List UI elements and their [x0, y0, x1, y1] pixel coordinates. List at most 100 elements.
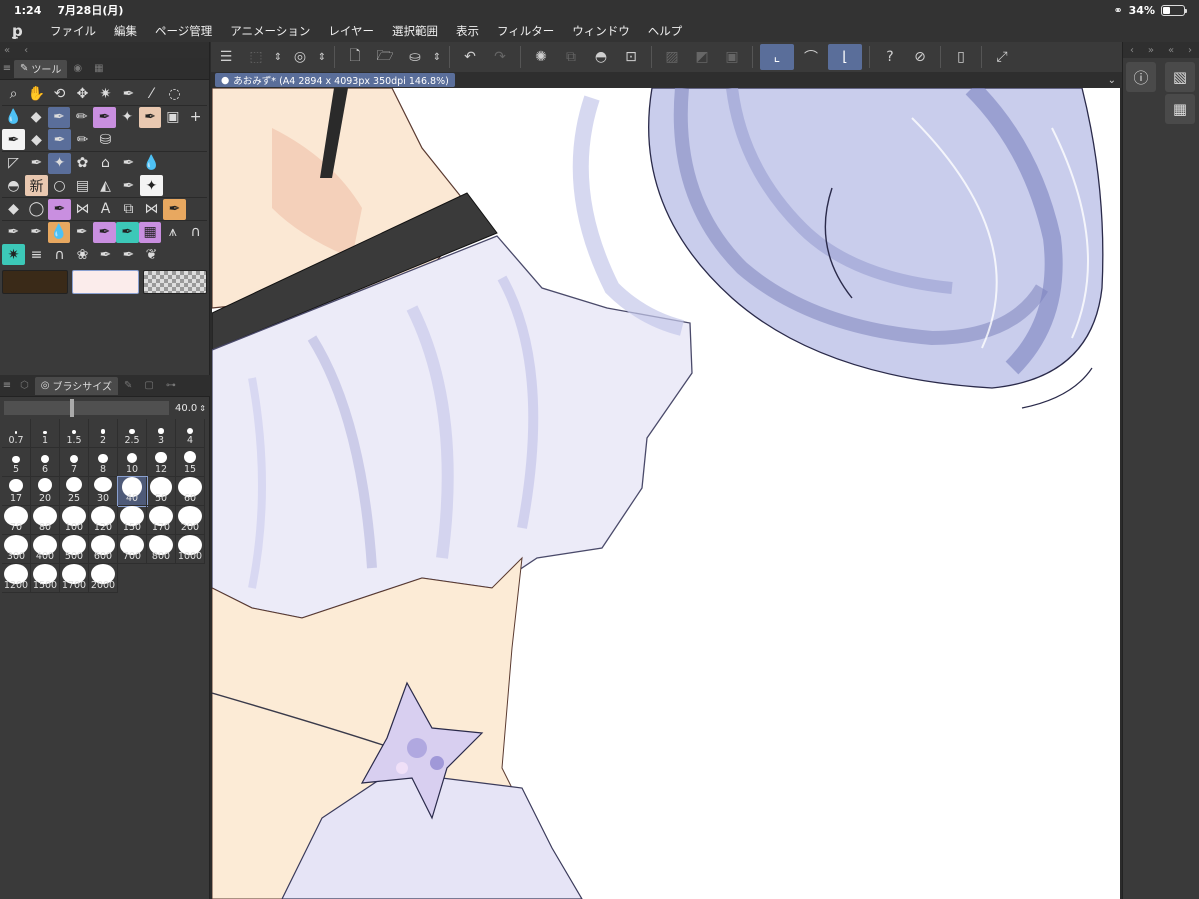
brush-size-slider[interactable]: 40.0 ⇕: [0, 397, 210, 419]
help-icon[interactable]: ?: [877, 44, 903, 70]
burst-icon[interactable]: ✷: [2, 244, 25, 265]
brush-size-option[interactable]: 1.5: [60, 419, 89, 448]
sparkle-blue-icon[interactable]: ✦: [48, 152, 71, 174]
pen-4-icon[interactable]: ✒: [117, 153, 140, 174]
water-drop-icon[interactable]: 💧: [2, 107, 25, 128]
brush-size-option[interactable]: 12: [147, 448, 176, 477]
eraser-2-icon[interactable]: ◆: [25, 129, 48, 150]
fountain-pen-icon[interactable]: ✒: [48, 129, 71, 150]
pen-3-icon[interactable]: ✒: [25, 153, 48, 174]
sparkle-white-icon[interactable]: ✦: [140, 175, 163, 196]
marker-orange-icon[interactable]: ✒: [163, 198, 186, 220]
house-icon[interactable]: ⌂: [94, 153, 117, 174]
sparkle-icon[interactable]: ✷: [94, 83, 117, 104]
brush-size-option[interactable]: 400: [31, 535, 60, 564]
main-color-swatch[interactable]: [2, 270, 68, 294]
undo-icon[interactable]: ↶: [457, 44, 483, 70]
loading-icon[interactable]: ✺: [528, 44, 554, 70]
stepper-icon[interactable]: ⇕: [199, 404, 206, 413]
pencil-icon[interactable]: ✏: [70, 107, 93, 128]
drawing-canvas[interactable]: [212, 88, 1120, 899]
line-tool-icon[interactable]: ⌊: [828, 44, 862, 70]
stepper-icon[interactable]: ⇕: [430, 44, 444, 70]
feather-icon[interactable]: ❦: [140, 244, 163, 265]
brush-size-option[interactable]: 20: [31, 477, 60, 506]
ribbon-icon[interactable]: ⋈: [71, 199, 94, 220]
brush-size-option[interactable]: 40: [117, 476, 148, 507]
tab-subtool[interactable]: ◉: [67, 60, 88, 78]
edit-layer-icon[interactable]: ⬚: [243, 44, 269, 70]
ruler-icon[interactable]: ◸: [2, 153, 25, 174]
menu-view[interactable]: 表示: [456, 23, 479, 39]
frame-icon[interactable]: ▤: [71, 175, 94, 196]
brush-size-option[interactable]: 700: [118, 535, 147, 564]
reference-layer-icon[interactable]: ◎: [287, 44, 313, 70]
menu-help[interactable]: ヘルプ: [648, 23, 683, 39]
brush-size-option[interactable]: 10: [118, 448, 147, 477]
layer-panel-icon[interactable]: ▦: [1165, 94, 1195, 124]
tab-layer-prop[interactable]: ⬡: [14, 377, 35, 395]
brush-size-option[interactable]: 800: [147, 535, 176, 564]
brush-size-option[interactable]: 2.5: [118, 419, 147, 448]
hand-icon[interactable]: ✋: [25, 83, 48, 104]
brush-size-option[interactable]: 2000: [89, 564, 118, 593]
drops-icon[interactable]: 💧: [140, 153, 163, 174]
redo-icon[interactable]: ↷: [487, 44, 513, 70]
brush-size-option[interactable]: 3: [147, 419, 176, 448]
pen-icon[interactable]: ✒: [117, 83, 140, 104]
collapse-left-icon[interactable]: «: [4, 45, 10, 56]
stamp-icon[interactable]: ⛁: [94, 129, 117, 150]
brush-size-option[interactable]: 300: [2, 535, 31, 564]
pen-8-icon[interactable]: ✒: [70, 222, 93, 243]
brush-size-option[interactable]: 17: [2, 477, 31, 506]
brush-size-option[interactable]: 70: [2, 506, 31, 535]
brush-size-option[interactable]: 30: [89, 477, 118, 506]
tab-brush-2[interactable]: ✎: [118, 377, 138, 395]
speech-bubble-icon[interactable]: ◯: [25, 199, 48, 220]
shape-icon[interactable]: ◭: [94, 175, 117, 196]
menu-filter[interactable]: フィルター: [497, 23, 554, 39]
flower-icon[interactable]: ✿: [71, 153, 94, 174]
fill-icon[interactable]: ◓: [588, 44, 614, 70]
slider-track[interactable]: [4, 399, 170, 417]
gradient-icon[interactable]: ▣: [161, 107, 184, 128]
brush-size-option[interactable]: 5: [2, 448, 31, 477]
pen-white-icon[interactable]: ✒: [2, 129, 25, 150]
sparkle-small-icon[interactable]: ✦: [116, 107, 139, 128]
brush-size-option[interactable]: 120: [89, 506, 118, 535]
star-small-icon[interactable]: +: [184, 107, 207, 128]
panel-menu-icon[interactable]: ≡: [0, 63, 14, 74]
brush-size-option[interactable]: 0.7: [2, 419, 31, 448]
brush-icon[interactable]: ⌒: [798, 44, 824, 70]
collapse-left-icon[interactable]: ‹: [1130, 45, 1134, 56]
menu-animation[interactable]: アニメーション: [230, 23, 310, 39]
pen-pink-icon[interactable]: ✒: [93, 221, 116, 243]
stepper-icon[interactable]: ⇕: [315, 44, 329, 70]
menu-page[interactable]: ページ管理: [155, 23, 212, 39]
menu-selection[interactable]: 選択範囲: [392, 23, 438, 39]
chevron-left-icon[interactable]: ‹: [24, 45, 28, 56]
drops-orange-icon[interactable]: 💧: [47, 221, 71, 243]
brush-size-option[interactable]: 25: [60, 477, 89, 506]
rose-icon[interactable]: ❀: [71, 244, 94, 265]
app-logo-icon[interactable]: ꝑ: [12, 22, 42, 40]
brush-size-option[interactable]: 1200: [2, 564, 31, 593]
pen-teal-icon[interactable]: ✒: [115, 221, 139, 243]
brush-size-option[interactable]: 150: [118, 506, 147, 535]
lasso-icon[interactable]: ◌: [163, 83, 186, 104]
chevron-down-icon[interactable]: ⌄: [1108, 75, 1116, 86]
new-file-icon[interactable]: 🗋: [342, 44, 368, 70]
pen-6-icon[interactable]: ✒: [2, 222, 25, 243]
tab-tool[interactable]: ✎ ツール: [14, 59, 68, 78]
open-folder-icon[interactable]: 🗁: [372, 44, 398, 70]
info-icon[interactable]: ⓘ: [1126, 62, 1156, 92]
tab-square[interactable]: ▢: [138, 377, 159, 395]
deselect-icon[interactable]: ▨: [659, 44, 685, 70]
eraser-icon[interactable]: ◆: [25, 107, 48, 128]
marker-2-icon[interactable]: ✒: [48, 198, 71, 220]
pen-5-icon[interactable]: ✒: [117, 175, 140, 196]
navigator-icon[interactable]: ▧: [1165, 62, 1195, 92]
copy-icon[interactable]: ⧉: [558, 44, 584, 70]
rotate-icon[interactable]: ⟲: [48, 83, 71, 104]
text-icon[interactable]: A: [94, 199, 117, 220]
